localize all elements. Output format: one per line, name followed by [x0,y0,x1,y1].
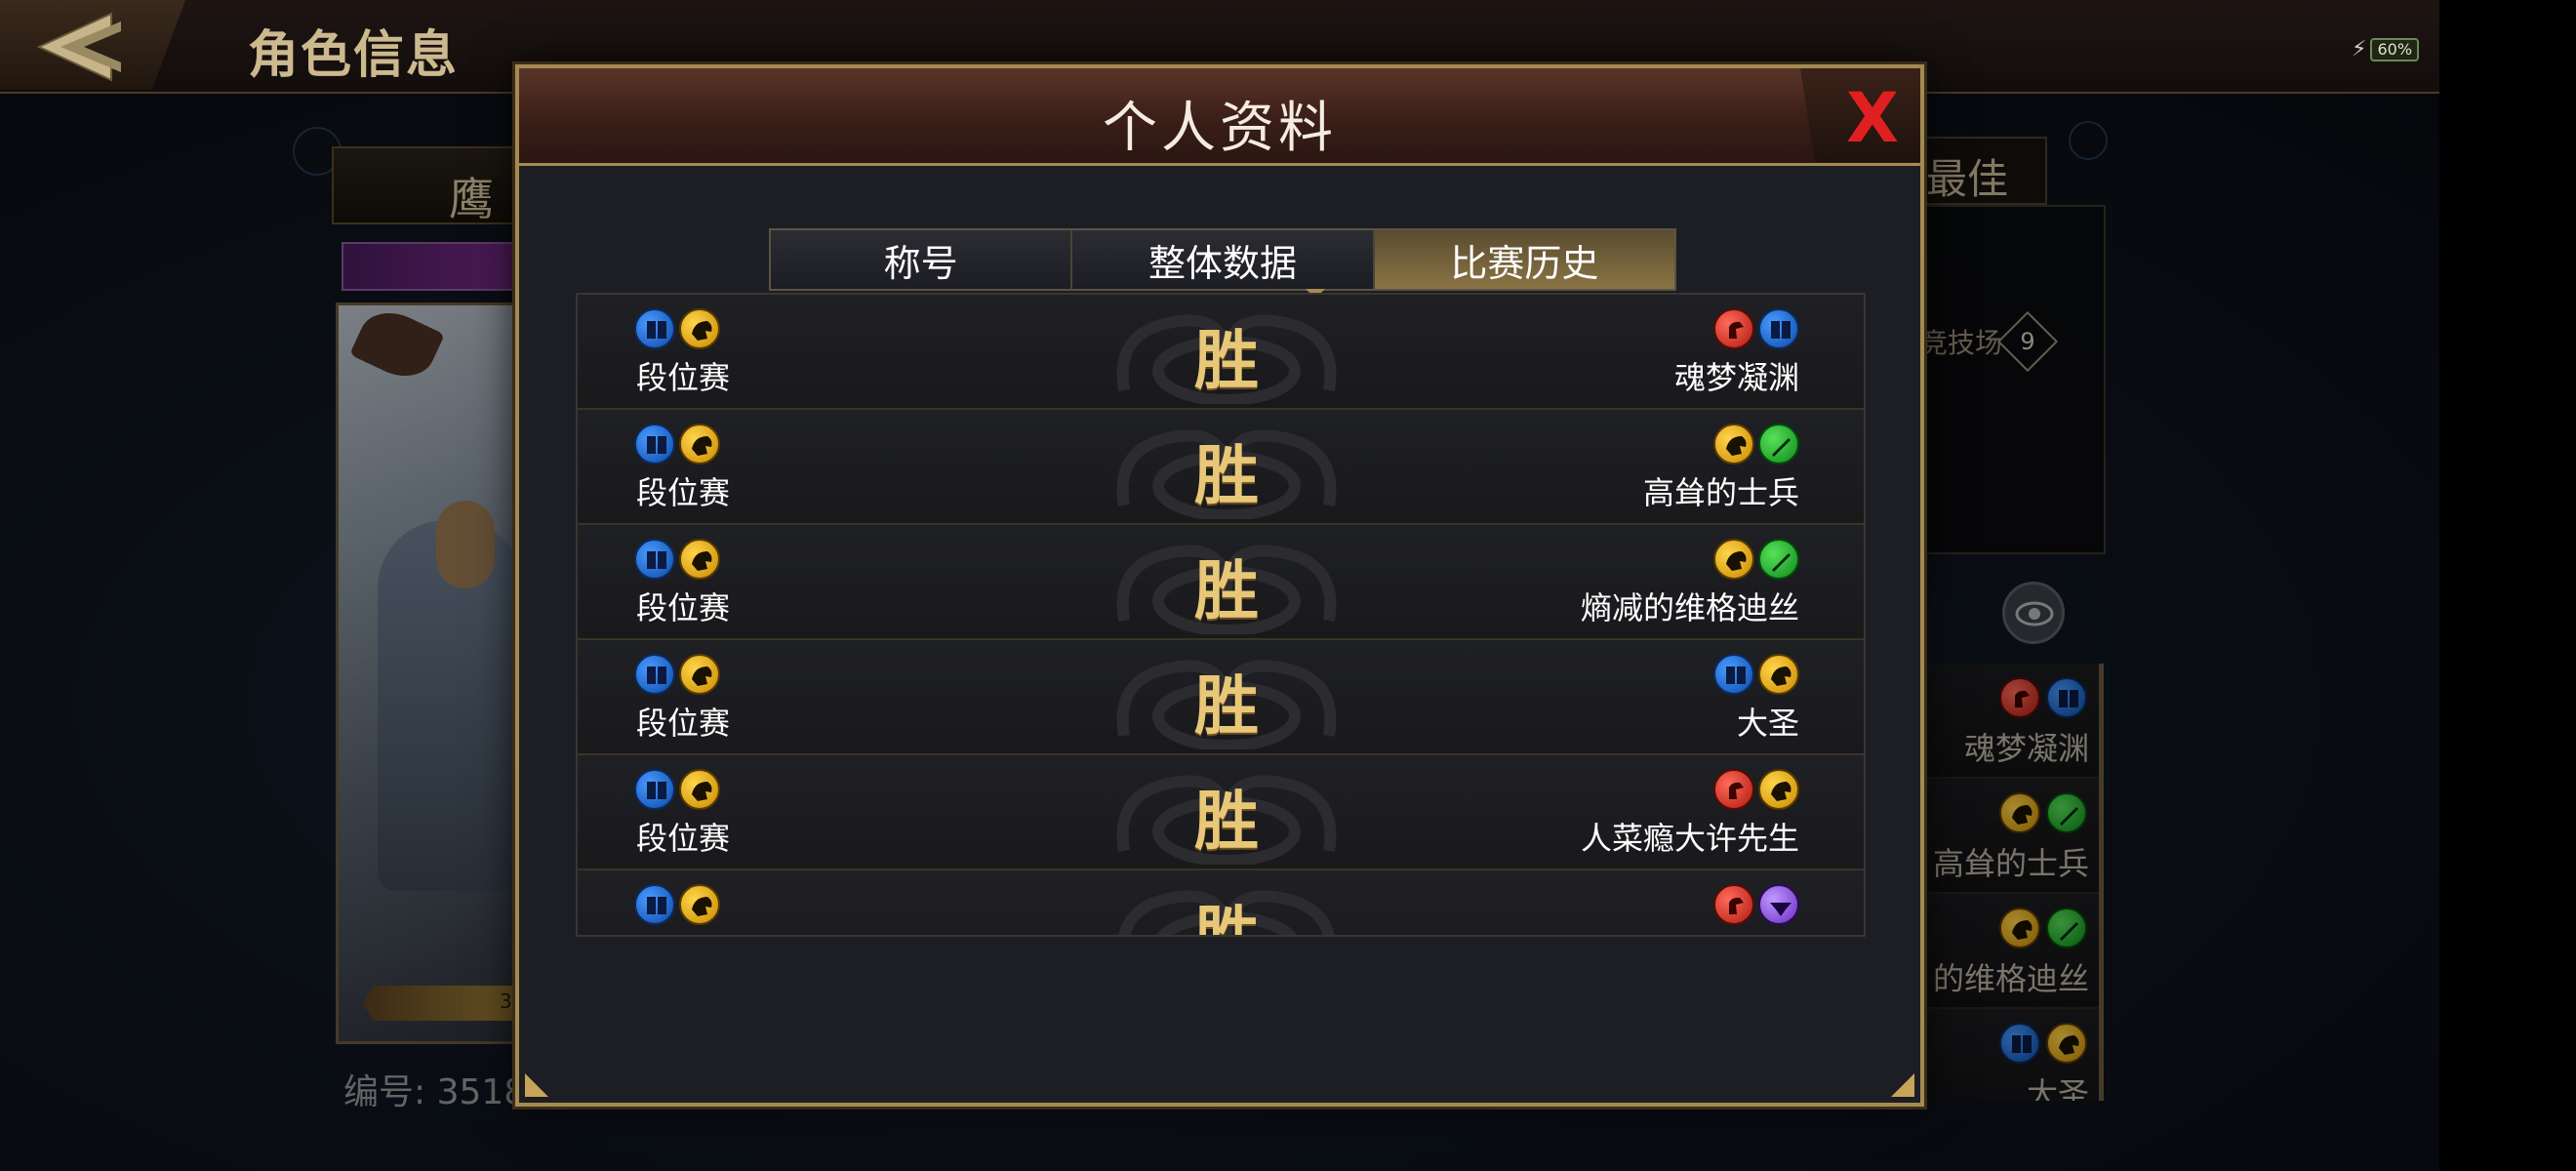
yellow-symbol-icon [679,884,720,925]
opponent-deck-icons [1713,769,1799,810]
modal-title: 个人资料 [1103,97,1337,160]
tab-overall-stats[interactable]: 整体数据 [1072,230,1375,289]
match-result: 胜 [1194,437,1259,513]
blue-symbol-icon [634,539,675,580]
match-row[interactable]: 段位赛 胜 熵减的维格迪丝 [578,525,1864,640]
my-deck-icons [634,308,720,349]
my-deck-icons [634,539,720,580]
blue-symbol-icon [634,308,675,349]
back-button[interactable] [0,0,185,90]
result-emblem: 胜 [1105,648,1348,751]
opponent-name: 人菜瘾大许先生 [1580,820,1799,857]
match-result: 胜 [1194,322,1259,398]
profile-tabs: 称号 整体数据 比赛历史 [769,228,1676,291]
match-result: 胜 [1194,898,1259,937]
blue-symbol-icon [634,884,675,925]
opponent-name: 熵减的维格迪丝 [1580,589,1799,626]
yellow-symbol-icon [679,308,720,349]
yellow-symbol-icon [679,539,720,580]
match-row[interactable]: 段位赛 胜大圣 [578,870,1864,937]
match-row[interactable]: 段位赛 胜 大圣 [578,640,1864,755]
opponent-name: 高耸的士兵 [1642,474,1799,511]
result-emblem: 胜 [1105,303,1348,406]
opponent-deck-icons [1713,884,1799,925]
match-row[interactable]: 段位赛 胜 高耸的士兵 [578,410,1864,525]
green-symbol-icon [1758,539,1799,580]
red-symbol-icon [1713,308,1754,349]
blue-symbol-icon [634,424,675,464]
match-result: 胜 [1194,667,1259,744]
corner-ornament-icon [1891,1073,1914,1097]
match-mode: 段位赛 [636,705,731,742]
match-mode: 段位赛 [636,474,731,511]
my-deck-icons [634,424,720,464]
battery-level: 60% [2370,37,2420,61]
match-result: 胜 [1194,783,1259,859]
opponent-deck-icons [1713,308,1799,349]
tab-match-history[interactable]: 比赛历史 [1374,230,1674,289]
blue-symbol-icon [634,769,675,810]
match-mode: 段位赛 [636,929,730,935]
blue-symbol-icon [1713,654,1754,695]
opponent-deck-icons [1713,539,1799,580]
result-emblem: 胜 [1105,533,1348,636]
letterbox [2439,0,2576,1171]
opponent-deck-icons [1713,424,1799,464]
result-emblem: 胜 [1105,418,1348,521]
corner-ornament-icon [525,1073,548,1097]
yellow-symbol-icon [1713,539,1754,580]
opponent-name: 魂梦凝渊 [1673,359,1799,396]
purple-symbol-icon [1758,884,1799,925]
match-history-list[interactable]: 段位赛胜魂梦凝渊 段位赛胜高耸的士兵 段位赛胜熵减的维格迪丝 段位赛胜大圣 段位赛胜人菜… [576,293,1866,937]
opponent-deck-icons [1713,654,1799,695]
lightning-icon: ⚡ [2352,37,2367,61]
match-mode: 段位赛 [636,359,731,396]
red-symbol-icon [1713,884,1754,925]
match-mode: 段位赛 [636,589,731,626]
match-mode: 段位赛 [636,820,731,857]
yellow-symbol-icon [1713,424,1754,464]
yellow-symbol-icon [679,654,720,695]
profile-modal: 个人资料 X 称号 整体数据 比赛历史 段位赛胜魂梦凝渊 段位赛胜高耸的士兵 段位赛胜熵… [515,64,1924,1107]
match-row[interactable]: 段位赛 胜 人菜瘾大许先生 [578,755,1864,870]
blue-symbol-icon [634,654,675,695]
red-symbol-icon [1713,769,1754,810]
green-symbol-icon [1758,424,1799,464]
close-icon: X [1846,78,1899,158]
match-row[interactable]: 段位赛 胜 魂梦凝渊 [578,295,1864,410]
my-deck-icons [634,769,720,810]
opponent-name: 大圣 [1736,705,1799,742]
yellow-symbol-icon [679,769,720,810]
yellow-symbol-icon [1758,654,1799,695]
yellow-symbol-icon [1758,769,1799,810]
my-deck-icons [634,884,720,925]
page-title: 角色信息 [248,26,460,85]
match-result: 胜 [1194,552,1259,628]
tab-titles[interactable]: 称号 [771,230,1073,289]
battery-indicator: ⚡ 60% [2352,37,2420,61]
result-emblem: 胜 [1105,763,1348,867]
back-arrow-icon [36,12,121,82]
opponent-name: 大圣 [1737,929,1799,935]
blue-symbol-icon [1758,308,1799,349]
yellow-symbol-icon [679,424,720,464]
result-emblem: 胜 [1105,878,1348,937]
my-deck-icons [634,654,720,695]
modal-header: 个人资料 X [519,68,1920,166]
